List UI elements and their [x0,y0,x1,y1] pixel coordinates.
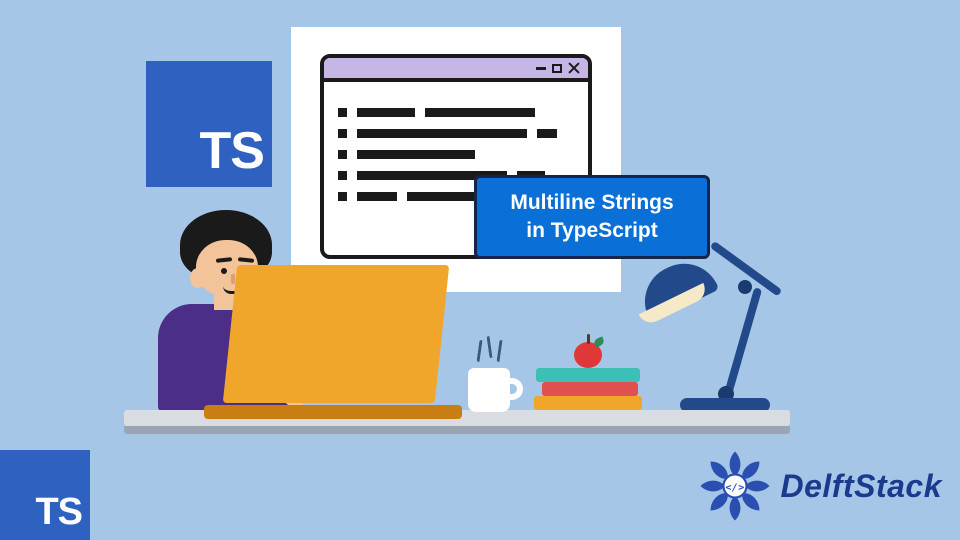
book [534,396,642,410]
title-callout: Multiline Strings in TypeScript [474,175,710,259]
code-line [338,108,574,117]
typescript-logo-corner: TS [0,450,90,540]
apple-leaf [593,337,605,348]
svg-text:</>: </> [725,482,744,493]
typescript-logo: TS [146,61,272,187]
steam-icon [476,340,483,362]
steam-icon [486,336,493,358]
laptop-base [204,405,462,419]
code-line [338,150,574,159]
mug-handle [505,378,523,400]
book [542,382,638,396]
window-minimize-icon [536,67,546,70]
laptop [222,265,456,415]
brand-watermark: </> DelftStack [699,450,943,522]
ts-logo-text: TS [35,491,82,534]
illustration-scene: TS Multiline Strings in TypeScript [0,0,960,540]
apple-stem [587,334,590,344]
code-line [338,129,574,138]
brand-name: DelftStack [781,468,943,505]
mug [468,368,510,412]
callout-line2: in TypeScript [510,217,673,245]
steam-icon [496,340,503,362]
callout-line1: Multiline Strings [510,189,673,217]
window-titlebar [324,58,588,82]
brand-mandala-icon: </> [699,450,771,522]
book [536,368,640,382]
window-close-icon [568,62,580,74]
ts-logo-text: TS [200,121,264,181]
desk-edge [124,426,790,434]
lamp-arm [724,287,762,395]
lamp-joint [738,280,752,294]
window-maximize-icon [552,64,562,73]
laptop-screen [223,265,450,403]
